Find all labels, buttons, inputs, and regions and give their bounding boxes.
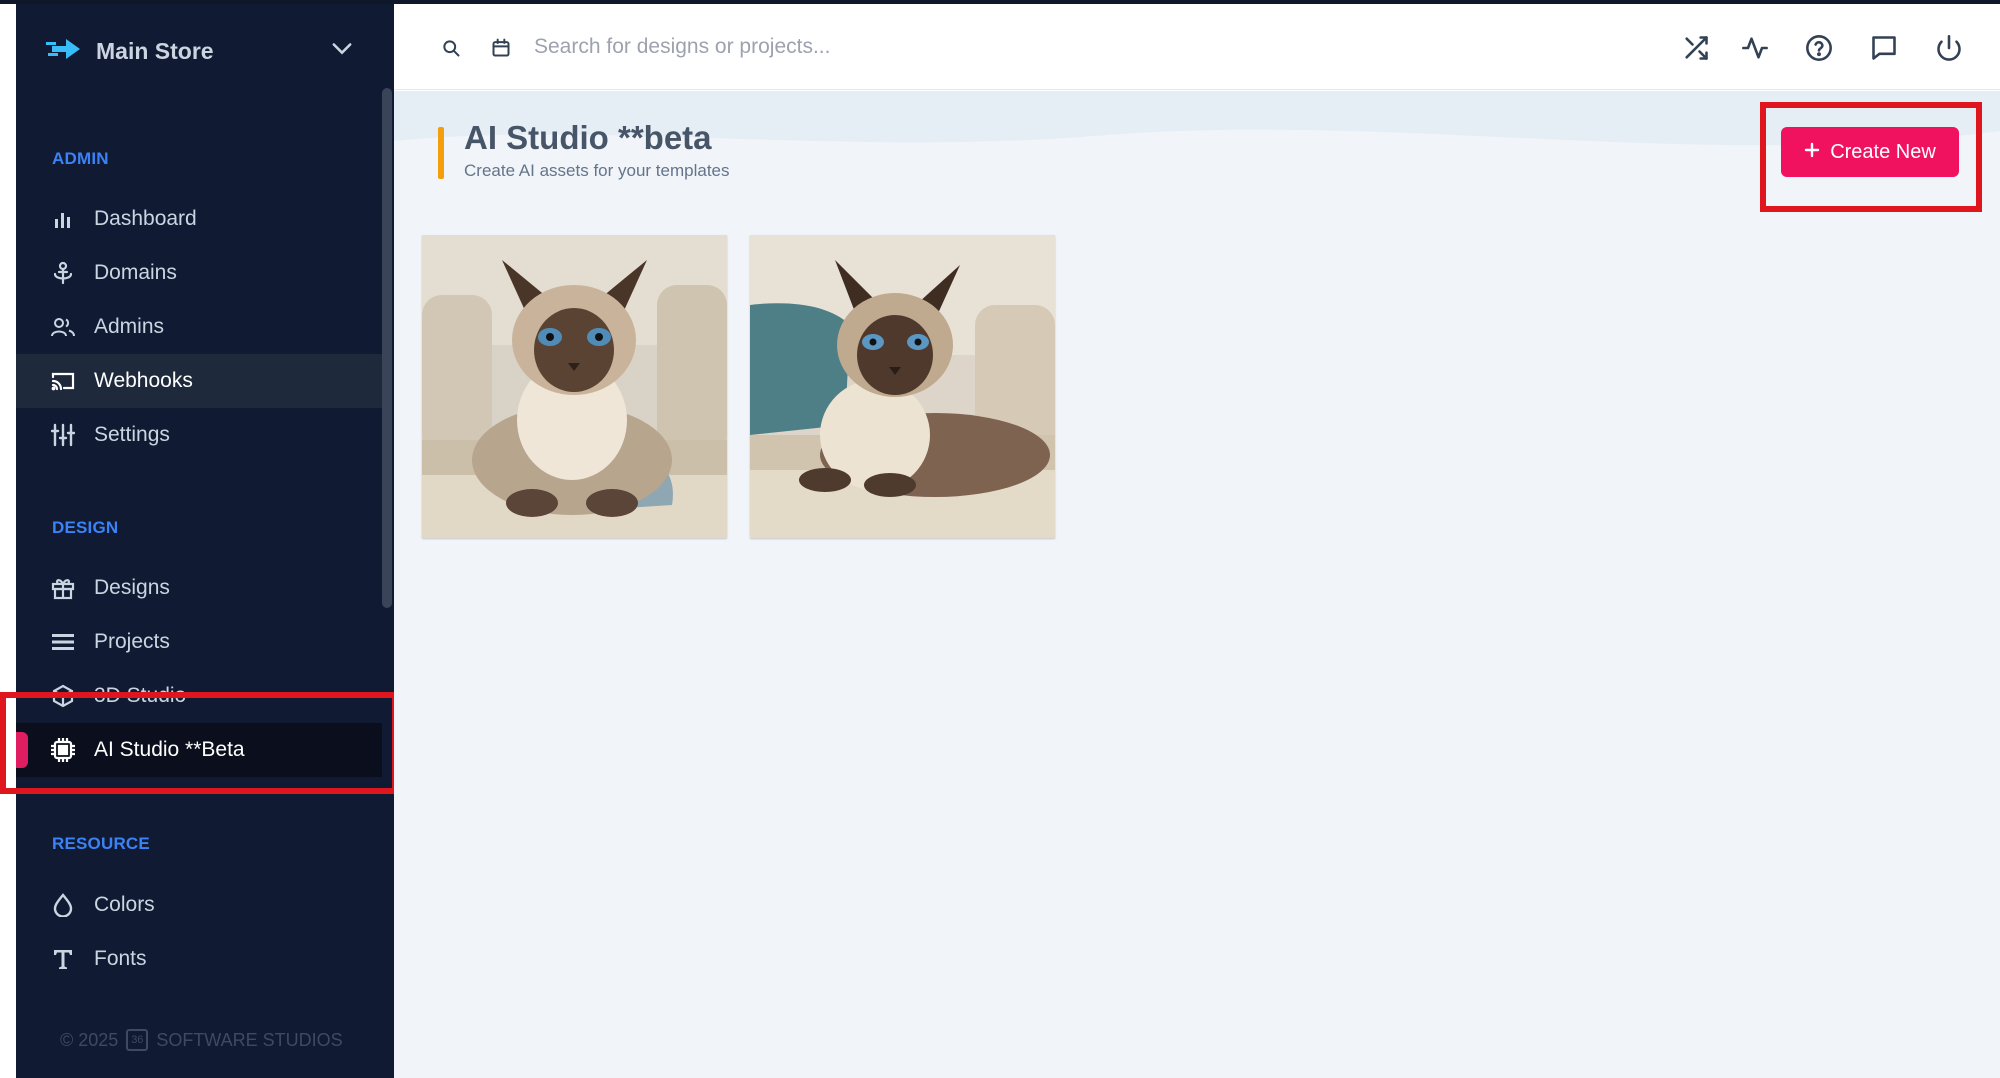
page-title: AI Studio **beta xyxy=(464,119,712,156)
activity-icon[interactable] xyxy=(1740,33,1770,63)
sidebar-item-label: Fonts xyxy=(94,947,147,970)
droplet-icon xyxy=(50,892,76,918)
copyright-text: © 2025 xyxy=(60,1029,119,1050)
title-accent-bar xyxy=(438,127,444,179)
sidebar-item-label: Domains xyxy=(94,261,177,284)
shuffle-icon[interactable] xyxy=(1681,33,1711,63)
calendar-icon[interactable] xyxy=(486,33,516,63)
sidebar-item-label: Colors xyxy=(94,893,155,916)
sidebar-item-label: Admins xyxy=(94,315,165,338)
sidebar-scrollbar[interactable] xyxy=(382,88,392,608)
sidebar-item-label: Designs xyxy=(94,576,170,599)
company-name: SOFTWARE STUDIOS xyxy=(156,1029,343,1050)
search-input[interactable] xyxy=(534,28,1034,66)
sidebar-item-colors[interactable]: Colors xyxy=(16,878,382,932)
sidebar: Main Store ADMIN Dashboard Domains Admin… xyxy=(16,4,394,1078)
cat-image-1 xyxy=(422,235,727,538)
bar-chart-icon xyxy=(50,206,76,232)
page-subtitle: Create AI assets for your templates xyxy=(464,161,730,180)
section-title-admin: ADMIN xyxy=(52,149,109,168)
chevron-down-icon[interactable] xyxy=(328,34,356,62)
anchor-icon xyxy=(50,260,76,286)
cat-image-2 xyxy=(750,235,1055,538)
store-switcher[interactable]: Main Store xyxy=(46,34,214,68)
type-icon xyxy=(50,946,76,972)
sidebar-item-settings[interactable]: Settings xyxy=(16,408,382,462)
sidebar-footer: © 2025 36 SOFTWARE STUDIOS xyxy=(60,1029,343,1051)
gift-icon xyxy=(50,575,76,601)
sidebar-item-webhooks[interactable]: Webhooks xyxy=(16,354,382,408)
power-icon[interactable] xyxy=(1934,33,1964,63)
message-icon[interactable] xyxy=(1869,33,1899,63)
top-bar xyxy=(394,4,2000,90)
users-icon xyxy=(50,314,76,340)
section-title-design: DESIGN xyxy=(52,518,119,537)
search-icon[interactable] xyxy=(436,33,466,63)
sidebar-item-label: Projects xyxy=(94,630,170,653)
sidebar-item-dashboard[interactable]: Dashboard xyxy=(16,192,382,246)
cast-icon xyxy=(50,368,76,394)
sidebar-item-fonts[interactable]: Fonts xyxy=(16,932,382,986)
main-content: AI Studio **beta Create AI assets for yo… xyxy=(394,91,2000,1078)
sidebar-item-designs[interactable]: Designs xyxy=(16,561,382,615)
company-logo-icon: 36 xyxy=(126,1029,149,1051)
help-circle-icon[interactable] xyxy=(1804,33,1834,63)
sidebar-item-label: Dashboard xyxy=(94,207,197,230)
arrow-logo-icon xyxy=(46,37,82,66)
store-name: Main Store xyxy=(96,37,214,64)
highlight-box-create-new xyxy=(1760,102,1982,212)
asset-card-siamese-cat-1[interactable] xyxy=(422,235,727,538)
section-title-resource: RESOURCE xyxy=(52,834,150,853)
sidebar-item-domains[interactable]: Domains xyxy=(16,246,382,300)
sidebar-item-admins[interactable]: Admins xyxy=(16,300,382,354)
sidebar-item-projects[interactable]: Projects xyxy=(16,615,382,669)
list-icon xyxy=(50,629,76,655)
asset-card-siamese-cat-2[interactable] xyxy=(750,235,1055,538)
sliders-icon xyxy=(50,422,76,448)
highlight-box-ai-studio xyxy=(0,692,398,794)
sidebar-item-label: Settings xyxy=(94,423,170,446)
sidebar-item-label: Webhooks xyxy=(94,369,193,392)
